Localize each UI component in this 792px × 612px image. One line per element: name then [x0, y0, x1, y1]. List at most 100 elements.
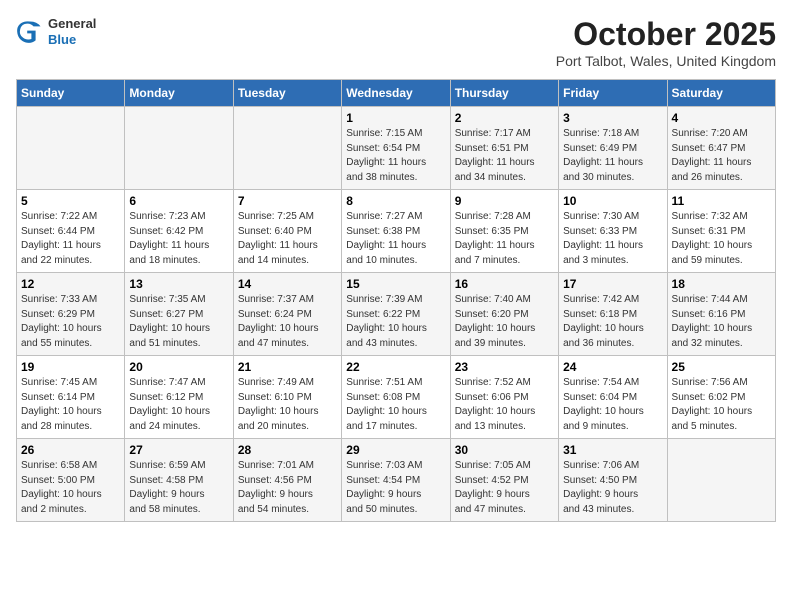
- header-saturday: Saturday: [667, 80, 775, 107]
- day-number: 1: [346, 111, 445, 125]
- day-info: Sunrise: 7:54 AMSunset: 6:04 PMDaylight:…: [563, 376, 662, 434]
- calendar-week-3: 12 Sunrise: 7:33 AMSunset: 6:29 PMDayligh…: [17, 273, 776, 356]
- day-info: Sunrise: 7:56 AMSunset: 6:02 PMDaylight:…: [672, 376, 771, 434]
- day-info: Sunrise: 7:52 AMSunset: 6:06 PMDaylight:…: [455, 376, 554, 434]
- header-friday: Friday: [559, 80, 667, 107]
- day-number: 3: [563, 111, 662, 125]
- day-info: Sunrise: 7:22 AMSunset: 6:44 PMDaylight:…: [21, 210, 120, 268]
- header-thursday: Thursday: [450, 80, 558, 107]
- header-monday: Monday: [125, 80, 233, 107]
- day-number: 14: [238, 277, 337, 291]
- calendar-cell: 3 Sunrise: 7:18 AMSunset: 6:49 PMDaylight…: [559, 107, 667, 190]
- header-tuesday: Tuesday: [233, 80, 341, 107]
- day-info: Sunrise: 7:30 AMSunset: 6:33 PMDaylight:…: [563, 210, 662, 268]
- calendar-cell: 27 Sunrise: 6:59 AMSunset: 4:58 PMDayligh…: [125, 439, 233, 522]
- day-info: Sunrise: 7:05 AMSunset: 4:52 PMDaylight:…: [455, 459, 554, 517]
- calendar-cell: 12 Sunrise: 7:33 AMSunset: 6:29 PMDayligh…: [17, 273, 125, 356]
- day-info: Sunrise: 7:03 AMSunset: 4:54 PMDaylight:…: [346, 459, 445, 517]
- day-number: 27: [129, 443, 228, 457]
- calendar-week-4: 19 Sunrise: 7:45 AMSunset: 6:14 PMDayligh…: [17, 356, 776, 439]
- day-info: Sunrise: 7:51 AMSunset: 6:08 PMDaylight:…: [346, 376, 445, 434]
- day-info: Sunrise: 7:32 AMSunset: 6:31 PMDaylight:…: [672, 210, 771, 268]
- day-number: 12: [21, 277, 120, 291]
- day-info: Sunrise: 7:40 AMSunset: 6:20 PMDaylight:…: [455, 293, 554, 351]
- day-number: 16: [455, 277, 554, 291]
- calendar-cell: 2 Sunrise: 7:17 AMSunset: 6:51 PMDaylight…: [450, 107, 558, 190]
- calendar-subtitle: Port Talbot, Wales, United Kingdom: [556, 53, 776, 69]
- logo-icon: [16, 18, 44, 46]
- day-number: 13: [129, 277, 228, 291]
- day-info: Sunrise: 7:44 AMSunset: 6:16 PMDaylight:…: [672, 293, 771, 351]
- day-info: Sunrise: 7:23 AMSunset: 6:42 PMDaylight:…: [129, 210, 228, 268]
- day-number: 9: [455, 194, 554, 208]
- calendar-week-2: 5 Sunrise: 7:22 AMSunset: 6:44 PMDaylight…: [17, 190, 776, 273]
- calendar-cell: [125, 107, 233, 190]
- logo: General Blue: [16, 16, 96, 47]
- day-number: 4: [672, 111, 771, 125]
- day-info: Sunrise: 7:49 AMSunset: 6:10 PMDaylight:…: [238, 376, 337, 434]
- calendar-cell: 25 Sunrise: 7:56 AMSunset: 6:02 PMDayligh…: [667, 356, 775, 439]
- day-info: Sunrise: 6:58 AMSunset: 5:00 PMDaylight:…: [21, 459, 120, 517]
- day-info: Sunrise: 7:06 AMSunset: 4:50 PMDaylight:…: [563, 459, 662, 517]
- calendar-cell: 10 Sunrise: 7:30 AMSunset: 6:33 PMDayligh…: [559, 190, 667, 273]
- calendar-cell: 13 Sunrise: 7:35 AMSunset: 6:27 PMDayligh…: [125, 273, 233, 356]
- day-number: 30: [455, 443, 554, 457]
- day-number: 22: [346, 360, 445, 374]
- calendar-cell: 29 Sunrise: 7:03 AMSunset: 4:54 PMDayligh…: [342, 439, 450, 522]
- day-number: 2: [455, 111, 554, 125]
- calendar-cell: 31 Sunrise: 7:06 AMSunset: 4:50 PMDayligh…: [559, 439, 667, 522]
- header-wednesday: Wednesday: [342, 80, 450, 107]
- title-area: October 2025 Port Talbot, Wales, United …: [556, 16, 776, 69]
- day-number: 23: [455, 360, 554, 374]
- day-number: 7: [238, 194, 337, 208]
- day-number: 28: [238, 443, 337, 457]
- calendar-cell: 9Sunrise: 7:28 AMSunset: 6:35 PMDaylight…: [450, 190, 558, 273]
- calendar-cell: [233, 107, 341, 190]
- calendar-cell: [17, 107, 125, 190]
- day-number: 6: [129, 194, 228, 208]
- calendar-cell: 21 Sunrise: 7:49 AMSunset: 6:10 PMDayligh…: [233, 356, 341, 439]
- calendar-cell: 16 Sunrise: 7:40 AMSunset: 6:20 PMDayligh…: [450, 273, 558, 356]
- day-info: Sunrise: 6:59 AMSunset: 4:58 PMDaylight:…: [129, 459, 228, 517]
- day-number: 21: [238, 360, 337, 374]
- calendar-cell: 6 Sunrise: 7:23 AMSunset: 6:42 PMDaylight…: [125, 190, 233, 273]
- calendar-cell: [667, 439, 775, 522]
- day-number: 11: [672, 194, 771, 208]
- calendar-cell: 11 Sunrise: 7:32 AMSunset: 6:31 PMDayligh…: [667, 190, 775, 273]
- day-number: 15: [346, 277, 445, 291]
- day-number: 20: [129, 360, 228, 374]
- calendar-cell: 7Sunrise: 7:25 AMSunset: 6:40 PMDaylight…: [233, 190, 341, 273]
- day-info: Sunrise: 7:18 AMSunset: 6:49 PMDaylight:…: [563, 127, 662, 185]
- day-info: Sunrise: 7:42 AMSunset: 6:18 PMDaylight:…: [563, 293, 662, 351]
- weekday-header-row: Sunday Monday Tuesday Wednesday Thursday…: [17, 80, 776, 107]
- day-info: Sunrise: 7:37 AMSunset: 6:24 PMDaylight:…: [238, 293, 337, 351]
- calendar-table: Sunday Monday Tuesday Wednesday Thursday…: [16, 79, 776, 522]
- day-info: Sunrise: 7:17 AMSunset: 6:51 PMDaylight:…: [455, 127, 554, 185]
- calendar-cell: 18Sunrise: 7:44 AMSunset: 6:16 PMDayligh…: [667, 273, 775, 356]
- day-number: 25: [672, 360, 771, 374]
- day-info: Sunrise: 7:35 AMSunset: 6:27 PMDaylight:…: [129, 293, 228, 351]
- day-info: Sunrise: 7:45 AMSunset: 6:14 PMDaylight:…: [21, 376, 120, 434]
- day-info: Sunrise: 7:39 AMSunset: 6:22 PMDaylight:…: [346, 293, 445, 351]
- header-sunday: Sunday: [17, 80, 125, 107]
- day-info: Sunrise: 7:33 AMSunset: 6:29 PMDaylight:…: [21, 293, 120, 351]
- day-number: 19: [21, 360, 120, 374]
- logo-blue: Blue: [48, 32, 96, 48]
- calendar-week-5: 26Sunrise: 6:58 AMSunset: 5:00 PMDayligh…: [17, 439, 776, 522]
- calendar-cell: 30 Sunrise: 7:05 AMSunset: 4:52 PMDayligh…: [450, 439, 558, 522]
- day-number: 5: [21, 194, 120, 208]
- logo-text: General Blue: [48, 16, 96, 47]
- calendar-cell: 28 Sunrise: 7:01 AMSunset: 4:56 PMDayligh…: [233, 439, 341, 522]
- day-info: Sunrise: 7:01 AMSunset: 4:56 PMDaylight:…: [238, 459, 337, 517]
- logo-general: General: [48, 16, 96, 32]
- day-number: 29: [346, 443, 445, 457]
- calendar-cell: 8Sunrise: 7:27 AMSunset: 6:38 PMDaylight…: [342, 190, 450, 273]
- calendar-cell: 20Sunrise: 7:47 AMSunset: 6:12 PMDayligh…: [125, 356, 233, 439]
- day-number: 10: [563, 194, 662, 208]
- day-number: 31: [563, 443, 662, 457]
- calendar-cell: 5 Sunrise: 7:22 AMSunset: 6:44 PMDaylight…: [17, 190, 125, 273]
- day-info: Sunrise: 7:15 AMSunset: 6:54 PMDaylight:…: [346, 127, 445, 185]
- calendar-cell: 4Sunrise: 7:20 AMSunset: 6:47 PMDaylight…: [667, 107, 775, 190]
- calendar-cell: 23 Sunrise: 7:52 AMSunset: 6:06 PMDayligh…: [450, 356, 558, 439]
- calendar-cell: 14 Sunrise: 7:37 AMSunset: 6:24 PMDayligh…: [233, 273, 341, 356]
